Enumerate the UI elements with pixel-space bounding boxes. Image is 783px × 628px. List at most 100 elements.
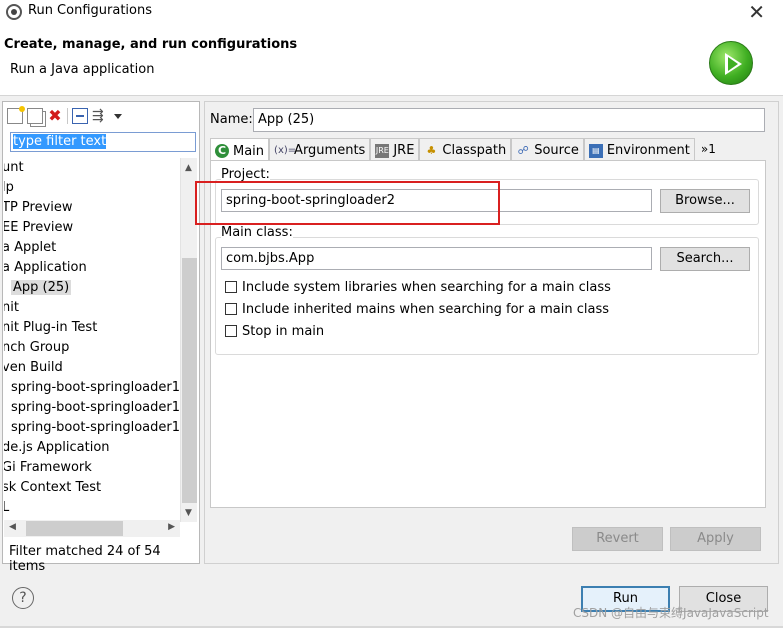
- name-field[interactable]: App (25): [253, 108, 765, 132]
- tab-label: Source: [534, 143, 579, 158]
- tab-environment[interactable]: ▤ Environment: [583, 138, 695, 160]
- checkbox-label: Stop in main: [242, 323, 325, 339]
- browse-button[interactable]: Browse...: [660, 189, 750, 213]
- tree-item[interactable]: de.js Application: [4, 438, 179, 458]
- tab-arguments[interactable]: (x)= Arguments: [269, 138, 371, 160]
- scroll-right-icon[interactable]: ▶: [168, 522, 175, 532]
- tree-item[interactable]: sk Context Test: [4, 478, 179, 498]
- checkbox-box[interactable]: [225, 303, 237, 315]
- window-title: Run Configurations: [28, 3, 152, 18]
- title-bar: Run Configurations ✕: [0, 0, 783, 26]
- tree-item[interactable]: nit: [4, 298, 179, 318]
- scroll-down-icon[interactable]: ▼: [185, 508, 192, 518]
- tree-item[interactable]: a Applet: [4, 238, 179, 258]
- tree-item[interactable]: nit Plug-in Test: [4, 318, 179, 338]
- tree-item[interactable]: Gi Framework: [4, 458, 179, 478]
- main-class-label: Main class:: [221, 225, 293, 240]
- checkbox-box[interactable]: [225, 325, 237, 337]
- tree-item[interactable]: unt: [4, 158, 179, 178]
- configuration-editor: Name: App (25) C Main (x)= Arguments JRE JRE ♣…: [204, 101, 779, 564]
- scroll-up-icon[interactable]: ▲: [185, 163, 192, 173]
- duplicate-icon[interactable]: [27, 108, 43, 124]
- search-button[interactable]: Search...: [660, 247, 750, 271]
- main-tab-icon: C: [215, 144, 229, 158]
- left-toolbar: ✖ ⇶: [7, 106, 122, 126]
- arguments-tab-icon: (x)=: [274, 144, 297, 156]
- toolbar-separator: [67, 108, 68, 124]
- main-class-field[interactable]: com.bjbs.App: [221, 247, 652, 270]
- classpath-tab-icon: ♣: [426, 143, 437, 157]
- tree-item-label: unt: [4, 160, 24, 175]
- tree-item-label: spring-boot-springloader1 (1: [11, 400, 179, 415]
- tree-item-label: spring-boot-springloader1: [11, 380, 179, 395]
- header-title: Create, manage, and run configurations: [4, 37, 298, 52]
- more-tabs-button[interactable]: »1: [695, 138, 722, 160]
- tab-label: Environment: [606, 143, 690, 158]
- tree-item-label: a Applet: [4, 240, 57, 255]
- tab-label: Main: [233, 143, 265, 159]
- tree-item-label: sk Context Test: [4, 480, 102, 495]
- tree-item[interactable]: nch Group: [4, 338, 179, 358]
- filter-status: Filter matched 24 of 54 items: [9, 544, 161, 574]
- watermark: CSDN @自由与束缚JavaJavaScript: [573, 606, 769, 620]
- tab-jre[interactable]: JRE JRE: [370, 138, 420, 160]
- run-logo-icon: [709, 41, 753, 85]
- tab-main[interactable]: C Main: [210, 138, 270, 161]
- source-tab-icon: ☍: [517, 143, 529, 157]
- scroll-left-icon[interactable]: ◀: [9, 522, 16, 532]
- tree-item-label: nit Plug-in Test: [4, 320, 98, 335]
- tree-item[interactable]: L: [4, 498, 179, 518]
- collapse-all-icon[interactable]: [72, 108, 88, 124]
- tree-item-label: App (25): [11, 280, 72, 295]
- include-system-libraries-checkbox[interactable]: Include system libraries when searching …: [225, 278, 611, 296]
- tab-label: Arguments: [294, 143, 366, 158]
- scroll-thumb[interactable]: [182, 258, 197, 503]
- tree-item-label: EE Preview: [4, 220, 74, 235]
- chevron-down-icon[interactable]: [114, 113, 122, 119]
- delete-icon[interactable]: ✖: [47, 108, 63, 124]
- tab-label: JRE: [393, 143, 415, 158]
- apply-button[interactable]: Apply: [670, 527, 761, 551]
- revert-button[interactable]: Revert: [572, 527, 663, 551]
- hscroll-thumb[interactable]: [26, 521, 123, 536]
- filter-icon[interactable]: ⇶: [92, 108, 108, 124]
- tree-item-label: Gi Framework: [4, 460, 92, 475]
- include-inherited-mains-checkbox[interactable]: Include inherited mains when searching f…: [225, 300, 609, 318]
- name-label: Name:: [210, 112, 253, 127]
- tree-item[interactable]: spring-boot-springloader1 (2: [4, 418, 179, 438]
- horizontal-scrollbar[interactable]: ◀ ▶: [4, 520, 180, 537]
- stop-in-main-checkbox[interactable]: Stop in main: [225, 322, 324, 340]
- tree-item[interactable]: App (25): [4, 278, 179, 298]
- tree-item-label: L: [4, 500, 10, 515]
- tree-item[interactable]: lp: [4, 178, 179, 198]
- tree-item-label: nch Group: [4, 340, 70, 355]
- configuration-tree: unt lp TP Preview EE Preview a Applet a Appli…: [4, 158, 179, 522]
- environment-tab-icon: ▤: [588, 143, 603, 158]
- tree-item[interactable]: spring-boot-springloader1 (1: [4, 398, 179, 418]
- tree-item[interactable]: a Application: [4, 258, 179, 278]
- jre-tab-icon: JRE: [375, 143, 390, 158]
- annotation-highlight-box: [195, 181, 500, 225]
- tree-item-label: spring-boot-springloader1 (2: [11, 420, 179, 435]
- new-configuration-icon[interactable]: [7, 106, 25, 124]
- help-icon[interactable]: ?: [12, 587, 34, 609]
- tree-item[interactable]: spring-boot-springloader1: [4, 378, 179, 398]
- tab-source[interactable]: ☍ Source: [511, 138, 584, 160]
- checkbox-box[interactable]: [225, 281, 237, 293]
- checkbox-label: Include system libraries when searching …: [242, 279, 611, 295]
- tree-item-label: de.js Application: [4, 440, 110, 455]
- filter-input[interactable]: type filter text: [10, 132, 196, 152]
- tree-item[interactable]: TP Preview: [4, 198, 179, 218]
- filter-input-text: type filter text: [13, 134, 107, 149]
- tab-classpath[interactable]: ♣ Classpath: [419, 138, 512, 160]
- tree-item[interactable]: ven Build: [4, 358, 179, 378]
- tree-item[interactable]: EE Preview: [4, 218, 179, 238]
- tree-item-label: nit: [4, 300, 19, 315]
- header-subtitle: Run a Java application: [10, 62, 155, 77]
- configuration-list-panel: ✖ ⇶ type filter text unt lp TP Preview EE P…: [2, 101, 200, 574]
- window-close-button[interactable]: ✕: [748, 0, 765, 24]
- dialog-header: Create, manage, and run configurations R…: [0, 26, 783, 96]
- checkbox-label: Include inherited mains when searching f…: [242, 301, 610, 317]
- tree-item-label: a Application: [4, 260, 87, 275]
- eclipse-app-icon: [6, 4, 22, 20]
